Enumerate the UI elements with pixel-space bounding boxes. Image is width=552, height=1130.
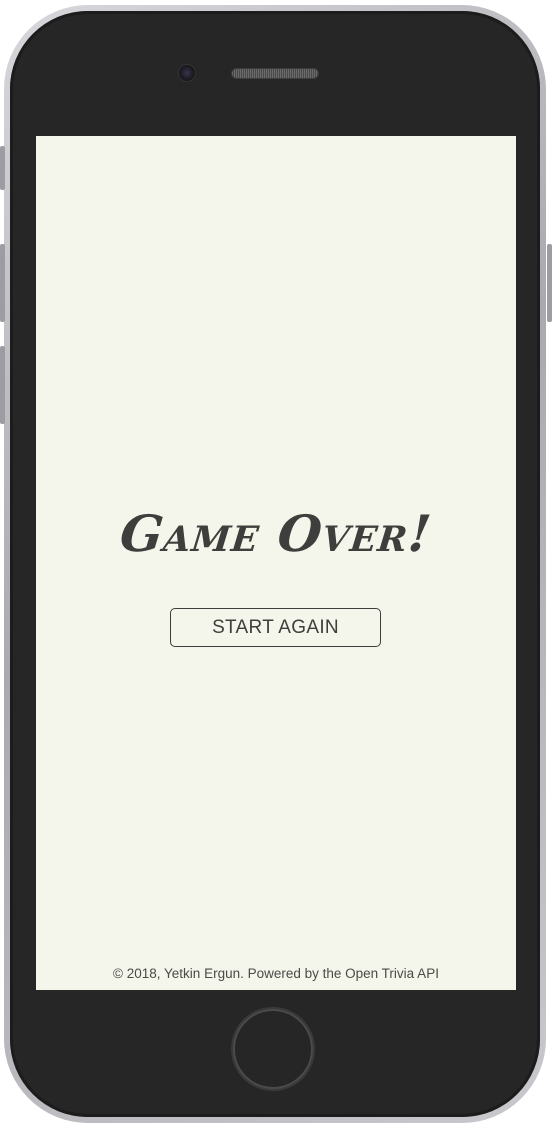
home-button-ring [233, 1009, 313, 1089]
app-screen: Game Over! START AGAIN © 2018, Yetkin Er… [36, 136, 516, 990]
footer-credits: © 2018, Yetkin Ergun. Powered by the Ope… [113, 966, 439, 981]
game-over-title: Game Over! [117, 504, 435, 563]
volume-down-button [0, 346, 5, 424]
volume-up-button [0, 244, 5, 322]
power-button [547, 244, 552, 322]
home-button-icon[interactable] [233, 1009, 313, 1089]
camera-icon [179, 65, 195, 81]
start-again-button[interactable]: START AGAIN [170, 608, 381, 647]
speaker-grille-icon [232, 69, 318, 78]
mute-switch [0, 146, 5, 190]
